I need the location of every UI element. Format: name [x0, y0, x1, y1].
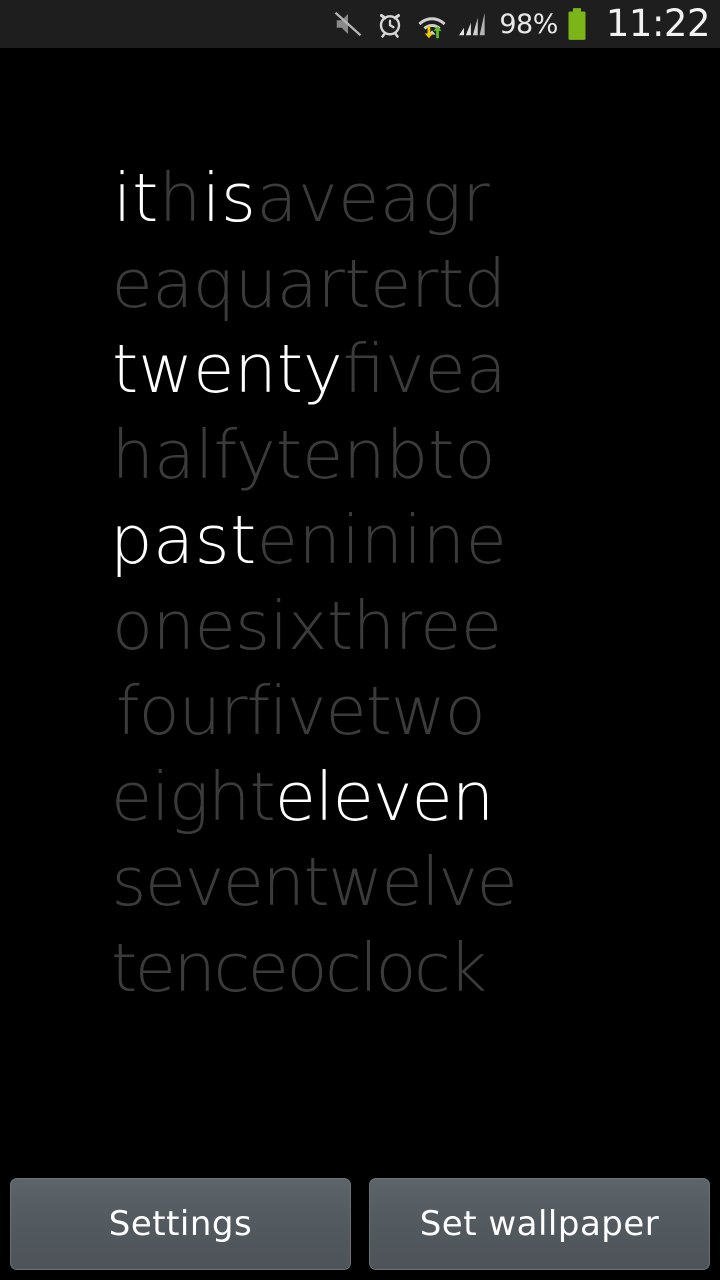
- alarm-clock-icon: [369, 4, 411, 44]
- word-clock-row: twentyfivea: [108, 327, 612, 413]
- word-segment-inactive: aveagr: [256, 159, 491, 237]
- status-bar-icon-group: 98% 11:22: [327, 2, 711, 46]
- word-segment-inactive: eaquartertd: [111, 244, 507, 323]
- word-segment-inactive: fivea: [342, 330, 507, 408]
- mute-icon: [327, 4, 369, 44]
- word-clock-grid[interactable]: ithisaveagr eaquartertd twentyfivea half…: [0, 48, 720, 1168]
- word-clock-row: pasteninine: [110, 498, 610, 584]
- word-clock-row: ithisaveagr: [107, 156, 613, 242]
- word-clock-row: fourfivetwo: [104, 669, 616, 755]
- word-segment-active: eleven: [274, 757, 494, 836]
- word-segment-inactive: onesixthree: [112, 586, 502, 665]
- set-wallpaper-button[interactable]: Set wallpaper: [369, 1178, 710, 1270]
- word-clock-row: eaquartertd: [109, 242, 612, 328]
- word-segment-active: twenty: [112, 330, 343, 408]
- status-bar-clock: 11:22: [605, 2, 711, 45]
- word-segment-inactive: tenceoclock: [111, 928, 487, 1007]
- word-clock-row: eighteleven: [109, 755, 611, 841]
- word-segment-inactive: eninine: [256, 501, 508, 579]
- word-clock-row: tenceoclock: [109, 926, 611, 1012]
- settings-button[interactable]: Settings: [10, 1178, 351, 1270]
- wallpaper-action-bar: Settings Set wallpaper: [0, 1168, 720, 1280]
- status-bar[interactable]: 98% 11:22: [0, 0, 720, 48]
- word-segment-inactive: halfytenbto: [111, 415, 496, 494]
- word-segment-inactive: h: [158, 159, 202, 237]
- battery-icon: [560, 4, 594, 44]
- cellular-signal-icon: [453, 4, 495, 44]
- word-segment-active: it: [113, 159, 159, 237]
- word-clock-row: halfytenbto: [109, 413, 612, 499]
- word-segment-active: is: [201, 159, 257, 237]
- word-clock-row: onesixthree: [108, 584, 612, 670]
- word-segment-active: past: [110, 501, 257, 579]
- word-segment-inactive: eight: [111, 757, 276, 836]
- word-segment-inactive: seventwelve: [111, 843, 518, 921]
- word-clock-row: seventwelve: [109, 840, 612, 926]
- wifi-data-transfer-icon: [411, 4, 453, 44]
- word-segment-inactive: fourfivetwo: [116, 672, 486, 750]
- battery-percent-label: 98%: [499, 8, 558, 40]
